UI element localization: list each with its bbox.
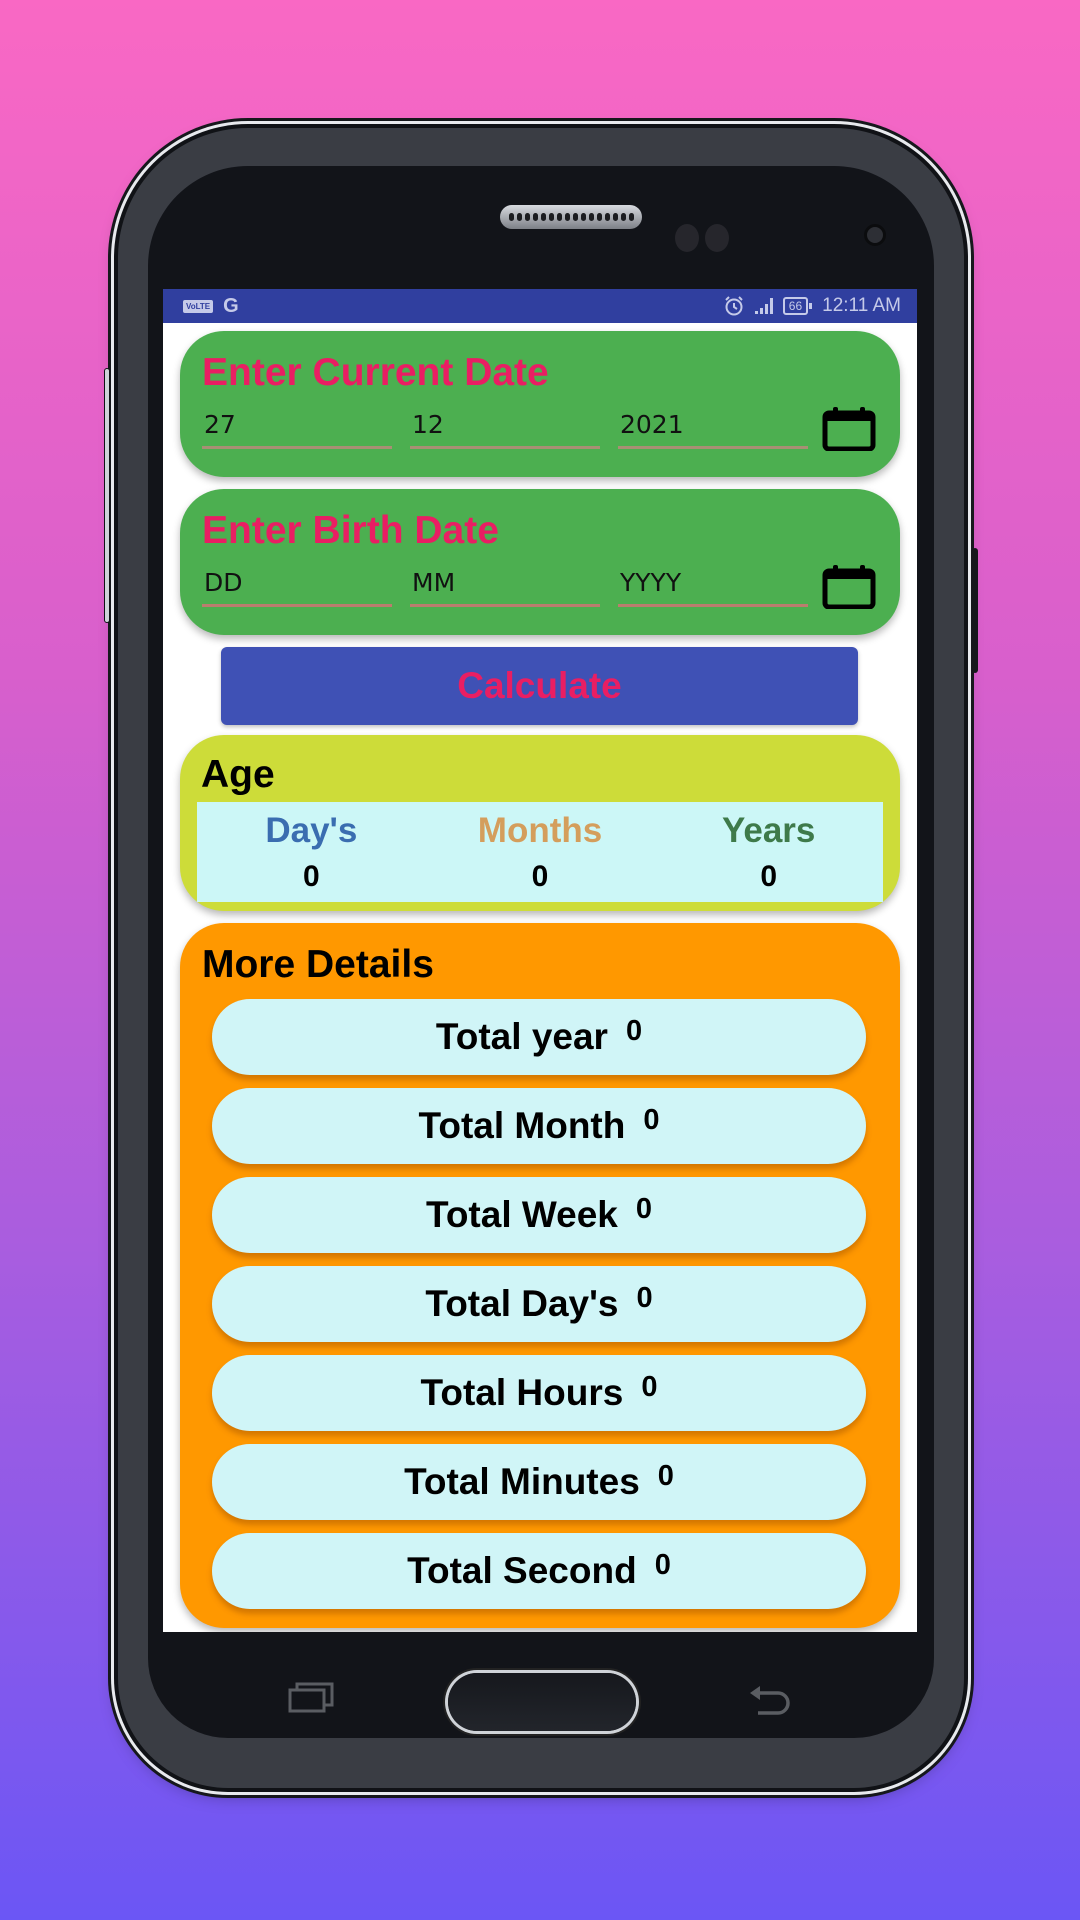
birth-date-card: Enter Birth Date DD MM YYYY bbox=[180, 489, 900, 635]
current-date-title: Enter Current Date bbox=[202, 351, 549, 394]
detail-label: Total Hours bbox=[420, 1372, 624, 1413]
age-years-column: Years 0 bbox=[654, 802, 883, 902]
total-month-row: Total Month 0 bbox=[212, 1088, 866, 1164]
detail-label: Total Second bbox=[407, 1550, 637, 1591]
more-details-title: More Details bbox=[202, 943, 434, 986]
total-week-row: Total Week 0 bbox=[212, 1177, 866, 1253]
age-years-value: 0 bbox=[760, 860, 778, 893]
network-type: G bbox=[223, 294, 239, 317]
age-days-value: 0 bbox=[302, 860, 320, 893]
light-sensor bbox=[705, 224, 729, 252]
current-year-input[interactable]: 2021 bbox=[618, 409, 808, 449]
current-month-input[interactable]: 12 bbox=[410, 409, 600, 449]
age-grid: Day's 0 Months 0 Years 0 bbox=[197, 802, 883, 902]
battery-icon: 66 bbox=[782, 297, 813, 315]
birth-day-input[interactable]: DD bbox=[202, 567, 392, 607]
calculate-button[interactable]: Calculate bbox=[221, 647, 858, 725]
birth-month-input[interactable]: MM bbox=[410, 567, 600, 607]
birth-year-input[interactable]: YYYY bbox=[618, 567, 808, 607]
age-days-column: Day's 0 bbox=[197, 802, 426, 902]
earpiece-speaker bbox=[500, 205, 642, 229]
detail-label: Total Month bbox=[418, 1105, 626, 1146]
age-months-value: 0 bbox=[531, 860, 549, 893]
detail-label: Total year bbox=[435, 1016, 608, 1057]
detail-value: 0 bbox=[625, 1014, 643, 1047]
detail-label: Total Week bbox=[425, 1194, 618, 1235]
status-bar: VoLTE G 66 12:11 AM bbox=[163, 289, 917, 323]
more-details-card: More Details Total year 0 Total Month 0 … bbox=[180, 923, 900, 1628]
total-minutes-row: Total Minutes 0 bbox=[212, 1444, 866, 1520]
proximity-sensor bbox=[675, 224, 699, 252]
app-screen: VoLTE G 66 12:11 AM Enter Current Date 2… bbox=[163, 289, 917, 1632]
back-icon[interactable] bbox=[748, 1683, 794, 1715]
signal-icon bbox=[754, 298, 773, 314]
recent-apps-icon[interactable] bbox=[288, 1681, 334, 1713]
front-camera bbox=[864, 224, 886, 246]
home-button[interactable] bbox=[448, 1673, 636, 1731]
detail-label: Total Day's bbox=[425, 1283, 619, 1324]
clock: 12:11 AM bbox=[822, 295, 901, 316]
detail-value: 0 bbox=[643, 1103, 660, 1136]
volte-badge: VoLTE bbox=[183, 299, 214, 313]
total-year-row: Total year 0 bbox=[212, 999, 866, 1075]
detail-value: 0 bbox=[657, 1459, 674, 1492]
age-months-label: Months bbox=[477, 811, 603, 850]
age-months-column: Months 0 bbox=[426, 802, 655, 902]
alarm-icon bbox=[725, 296, 743, 316]
age-days-label: Day's bbox=[265, 811, 358, 850]
current-day-input[interactable]: 27 bbox=[202, 409, 392, 449]
total-second-row: Total Second 0 bbox=[212, 1533, 866, 1609]
age-title: Age bbox=[201, 753, 275, 796]
age-card: Age Day's 0 Months 0 Years 0 bbox=[180, 735, 900, 911]
birth-date-title: Enter Birth Date bbox=[202, 509, 499, 552]
detail-value: 0 bbox=[636, 1281, 653, 1314]
power-button bbox=[972, 548, 978, 673]
current-date-card: Enter Current Date 27 12 2021 bbox=[180, 331, 900, 477]
calendar-icon[interactable] bbox=[822, 565, 876, 609]
calendar-icon[interactable] bbox=[822, 407, 876, 451]
age-years-label: Years bbox=[721, 811, 816, 850]
detail-label: Total Minutes bbox=[404, 1461, 640, 1502]
volume-button bbox=[104, 368, 110, 623]
detail-value: 0 bbox=[654, 1548, 671, 1581]
total-hours-row: Total Hours 0 bbox=[212, 1355, 866, 1431]
detail-value: 0 bbox=[641, 1370, 658, 1403]
detail-value: 0 bbox=[635, 1192, 653, 1225]
total-days-row: Total Day's 0 bbox=[212, 1266, 866, 1342]
